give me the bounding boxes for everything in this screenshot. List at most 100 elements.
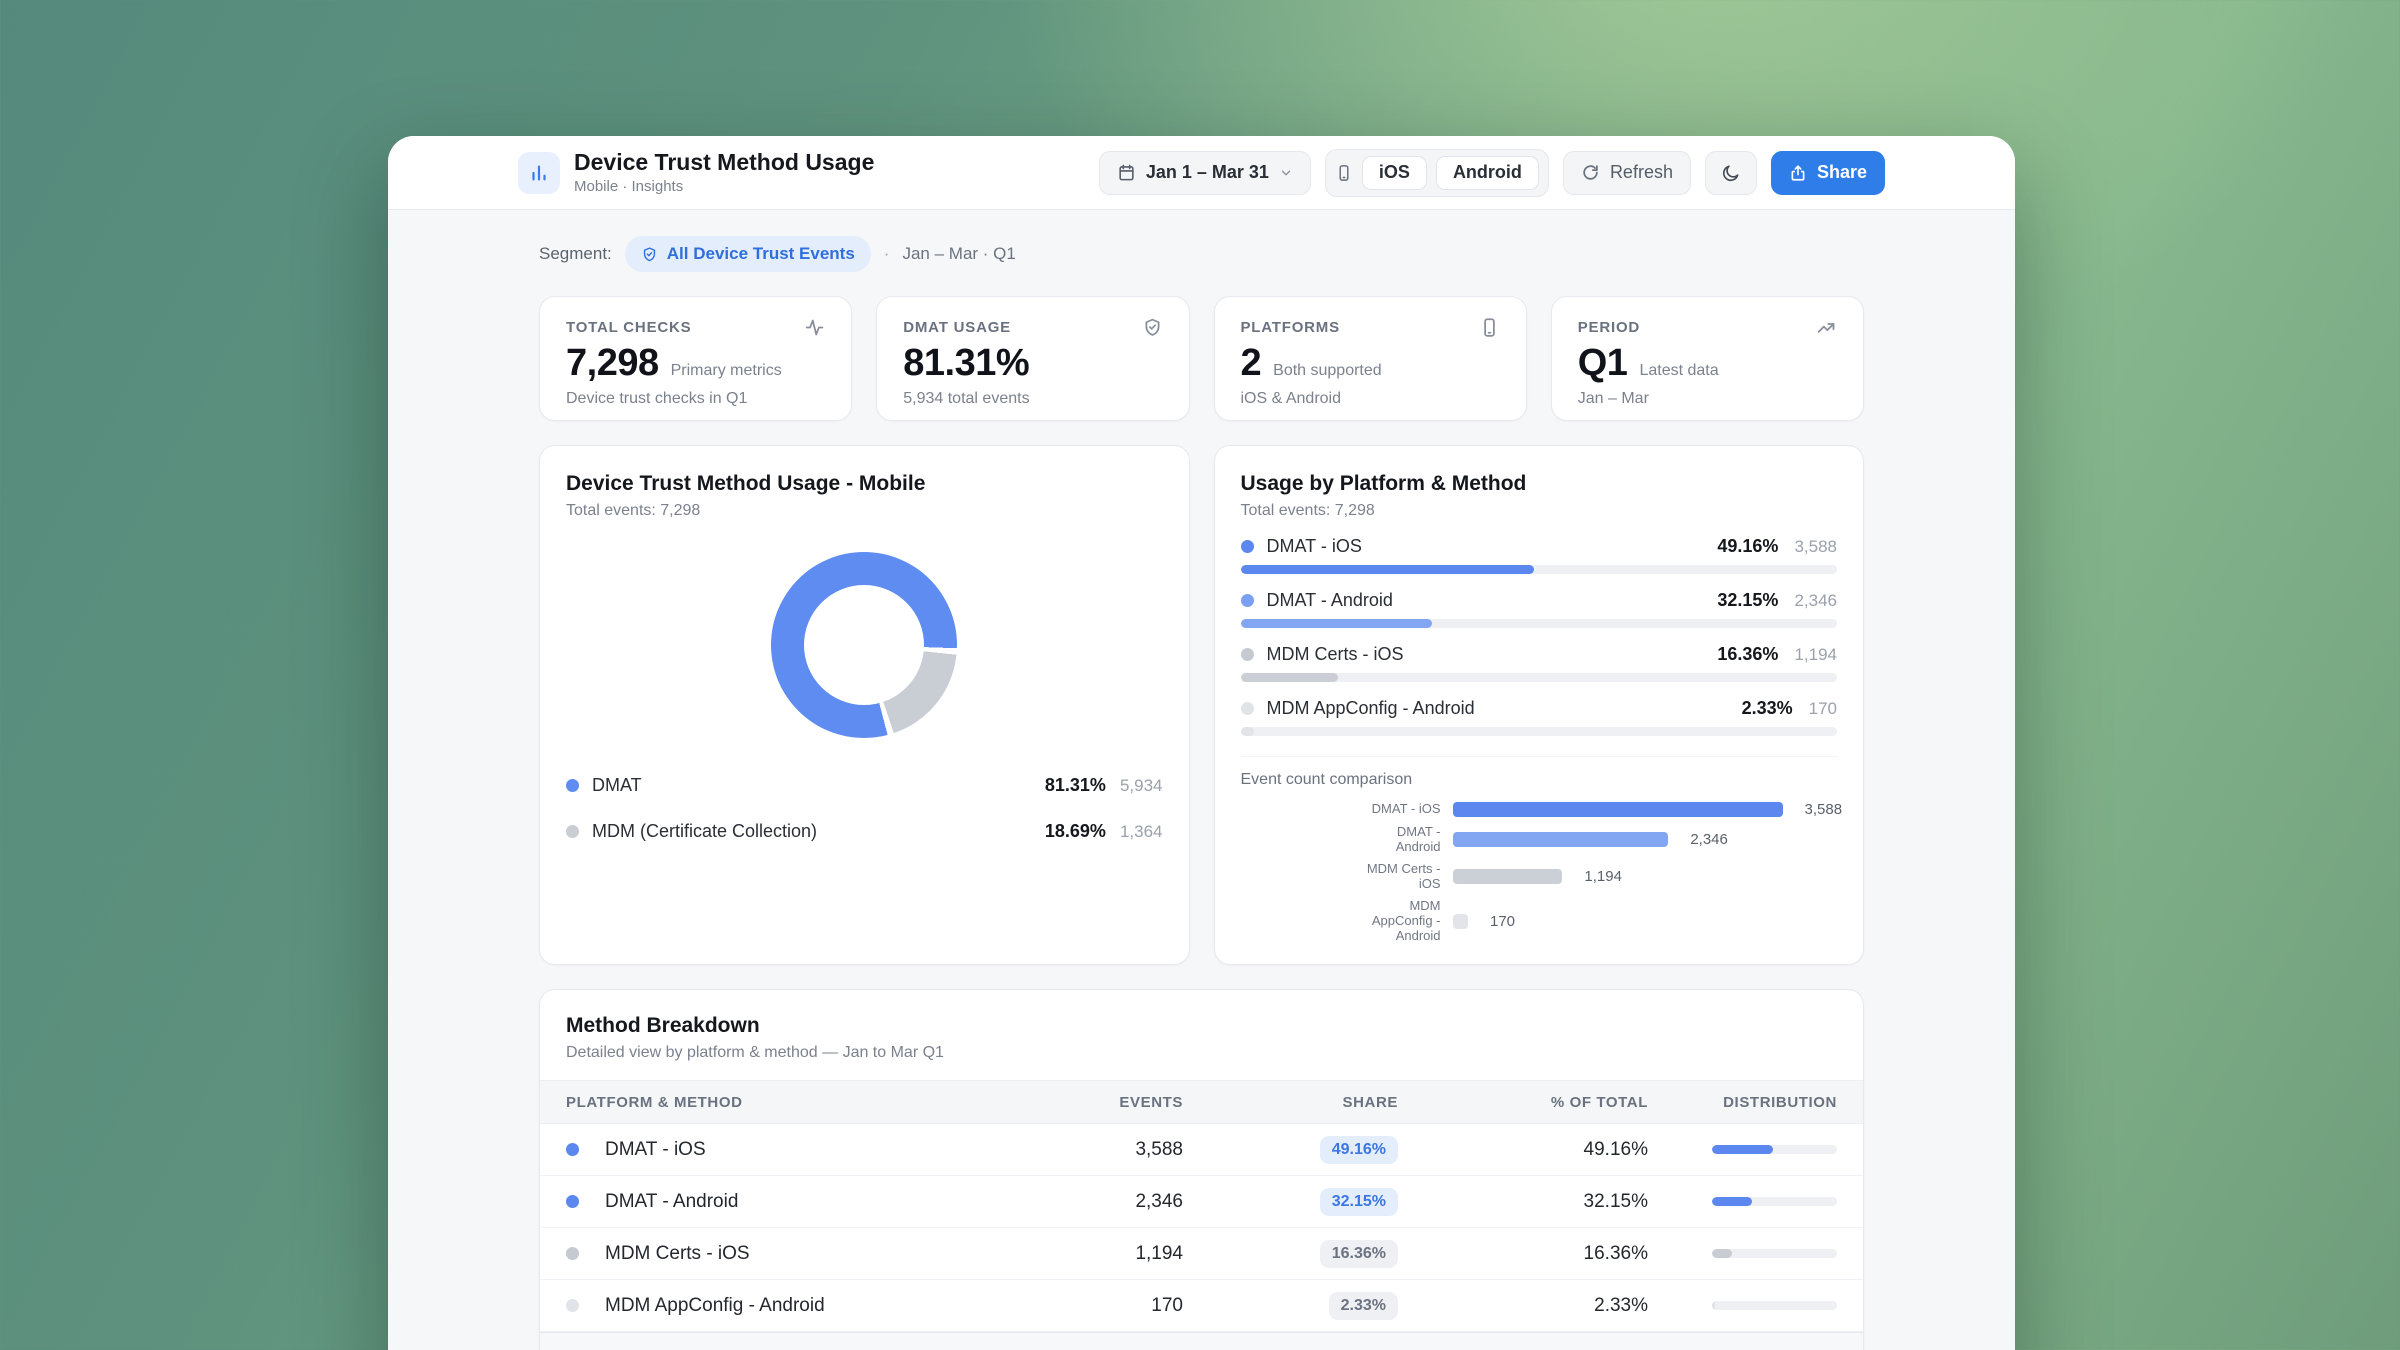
stat-caption: Both supported bbox=[1273, 362, 1382, 380]
stat-value: 2 bbox=[1241, 342, 1262, 385]
method-row-dmat-ios: DMAT - iOS 49.16%3,588 bbox=[1241, 536, 1838, 574]
comparison-bar-row: MDM AppConfig - Android 170 bbox=[1241, 899, 1838, 944]
trending-up-icon bbox=[1816, 317, 1837, 338]
row-events: 1,194 bbox=[983, 1243, 1183, 1265]
distribution-track bbox=[1712, 1249, 1837, 1258]
stat-card-total-checks: TOTAL CHECKS 7,298Primary metrics Device… bbox=[539, 296, 852, 421]
bar-value: 2,346 bbox=[1690, 831, 1728, 848]
refresh-label: Refresh bbox=[1610, 162, 1673, 183]
method-label: DMAT - Android bbox=[1267, 590, 1393, 611]
stat-card-dmat-usage: DMAT USAGE 81.31% 5,934 total events bbox=[876, 296, 1189, 421]
bar bbox=[1453, 869, 1563, 884]
column-header: PLATFORM & METHOD bbox=[540, 1094, 983, 1111]
stat-value: Q1 bbox=[1578, 342, 1628, 385]
share-badge: 2.33% bbox=[1329, 1292, 1398, 1320]
stat-footer: Jan – Mar bbox=[1578, 390, 1837, 408]
row-dot bbox=[566, 1143, 579, 1156]
segment-chip-label: All Device Trust Events bbox=[667, 244, 855, 264]
method-row-mdm-certs: MDM Certs - iOS 16.36% 1,194 bbox=[1241, 644, 1838, 682]
smartphone-icon bbox=[1335, 164, 1353, 182]
method-dot bbox=[1241, 540, 1254, 553]
legend-dot bbox=[566, 779, 579, 792]
row-dot bbox=[566, 1247, 579, 1260]
method-count: 2,346 bbox=[1794, 591, 1837, 611]
legend-percent: 81.31% bbox=[1045, 775, 1106, 796]
table-row: MDM AppConfig - Android 170 2.33% 2.33% bbox=[540, 1280, 1863, 1332]
share-label: Share bbox=[1817, 162, 1867, 183]
bar bbox=[1453, 914, 1469, 929]
smartphone-icon bbox=[1479, 317, 1500, 338]
legend-count: 1,364 bbox=[1120, 822, 1163, 842]
bar-label: MDM Certs - iOS bbox=[1241, 862, 1441, 892]
distribution-track bbox=[1712, 1145, 1837, 1154]
dark-mode-button[interactable] bbox=[1705, 151, 1757, 195]
row-pct-total: 2.33% bbox=[1398, 1295, 1648, 1317]
bar bbox=[1453, 832, 1669, 847]
shield-check-icon bbox=[1142, 317, 1163, 338]
progress-track bbox=[1241, 619, 1838, 628]
event-count-comparison: Event count comparison DMAT - iOS 3,588 … bbox=[1241, 756, 1838, 944]
distribution-fill bbox=[1712, 1197, 1752, 1206]
date-range-button[interactable]: Jan 1 – Mar 31 bbox=[1099, 151, 1311, 195]
stat-caption: Latest data bbox=[1639, 362, 1718, 380]
method-label: DMAT - iOS bbox=[1267, 536, 1362, 557]
method-row-mdm-appconfig: MDM AppConfig - Android 2.33%170 bbox=[1241, 698, 1838, 736]
table-total-row: Total 7,298 100% 100% bbox=[540, 1332, 1863, 1350]
method-percent: 32.15% bbox=[1717, 590, 1778, 611]
row-pct-total: 16.36% bbox=[1398, 1243, 1648, 1265]
platform-android-button[interactable]: Android bbox=[1436, 156, 1539, 190]
share-button[interactable]: Share bbox=[1771, 151, 1885, 195]
segment-bar: Segment: All Device Trust Events · Jan –… bbox=[539, 236, 1864, 272]
stat-card-platforms: PLATFORMS 2Both supported iOS & Android bbox=[1214, 296, 1527, 421]
header-actions: Jan 1 – Mar 31 iOS Android Refresh Share bbox=[1099, 149, 1885, 197]
legend-item-dmat: DMAT 81.31%5,934 bbox=[566, 762, 1163, 808]
share-icon bbox=[1789, 164, 1807, 182]
stat-caption: Primary metrics bbox=[671, 362, 782, 380]
chevron-down-icon bbox=[1279, 166, 1293, 180]
usage-panel: Usage by Platform & Method Total events:… bbox=[1214, 445, 1865, 965]
activity-icon bbox=[804, 317, 825, 338]
method-percent: 16.36% bbox=[1717, 644, 1778, 665]
shield-check-icon bbox=[641, 246, 658, 263]
method-row-dmat-android: DMAT - Android 32.15% 2,346 bbox=[1241, 590, 1838, 628]
column-header: EVENTS bbox=[983, 1094, 1183, 1111]
method-percent: 2.33% bbox=[1742, 698, 1793, 719]
legend-label: MDM (Certificate Collection) bbox=[592, 821, 817, 842]
column-header: SHARE bbox=[1183, 1094, 1398, 1111]
refresh-button[interactable]: Refresh bbox=[1563, 151, 1691, 195]
bar-value: 1,194 bbox=[1584, 868, 1622, 885]
legend-dot bbox=[566, 825, 579, 838]
method-breakdown-panel: Method Breakdown Detailed view by platfo… bbox=[539, 989, 1864, 1350]
stat-value: 7,298 bbox=[566, 342, 659, 385]
comparison-chart: DMAT - iOS 3,588 DMAT - Android 2,346 MD… bbox=[1241, 801, 1838, 944]
table-row: MDM Certs - iOS 1,194 16.36% 16.36% bbox=[540, 1228, 1863, 1280]
stat-card-period: PERIOD Q1Latest data Jan – Mar bbox=[1551, 296, 1864, 421]
platform-segmented-control: iOS Android bbox=[1325, 149, 1549, 197]
progress-track bbox=[1241, 673, 1838, 682]
progress-fill bbox=[1241, 727, 1255, 736]
stat-footer: iOS & Android bbox=[1241, 390, 1500, 408]
panel-title: Usage by Platform & Method bbox=[1241, 472, 1838, 496]
platform-ios-button[interactable]: iOS bbox=[1362, 156, 1427, 190]
bar-value: 3,588 bbox=[1805, 801, 1843, 818]
segment-chip[interactable]: All Device Trust Events bbox=[625, 236, 871, 272]
comparison-bar-row: DMAT - Android 2,346 bbox=[1241, 825, 1838, 855]
column-header: % OF TOTAL bbox=[1398, 1094, 1648, 1111]
method-count: 1,194 bbox=[1794, 645, 1837, 665]
panel-subtitle: Total events: 7,298 bbox=[1241, 502, 1838, 520]
app-icon bbox=[518, 152, 560, 194]
comparison-title: Event count comparison bbox=[1241, 771, 1838, 789]
method-label: MDM Certs - iOS bbox=[1267, 644, 1404, 665]
progress-fill bbox=[1241, 565, 1534, 574]
comparison-bar-row: MDM Certs - iOS 1,194 bbox=[1241, 862, 1838, 892]
comparison-bar-row: DMAT - iOS 3,588 bbox=[1241, 801, 1838, 818]
chart-panels-row: Device Trust Method Usage - Mobile Total… bbox=[539, 445, 1864, 965]
stat-label: TOTAL CHECKS bbox=[566, 319, 691, 336]
row-dot bbox=[566, 1299, 579, 1312]
distribution-track bbox=[1712, 1301, 1837, 1310]
row-pct-total: 32.15% bbox=[1398, 1191, 1648, 1213]
bar-value: 170 bbox=[1490, 913, 1515, 930]
row-label: DMAT - iOS bbox=[605, 1139, 706, 1161]
method-dot bbox=[1241, 702, 1254, 715]
bar bbox=[1453, 802, 1783, 817]
